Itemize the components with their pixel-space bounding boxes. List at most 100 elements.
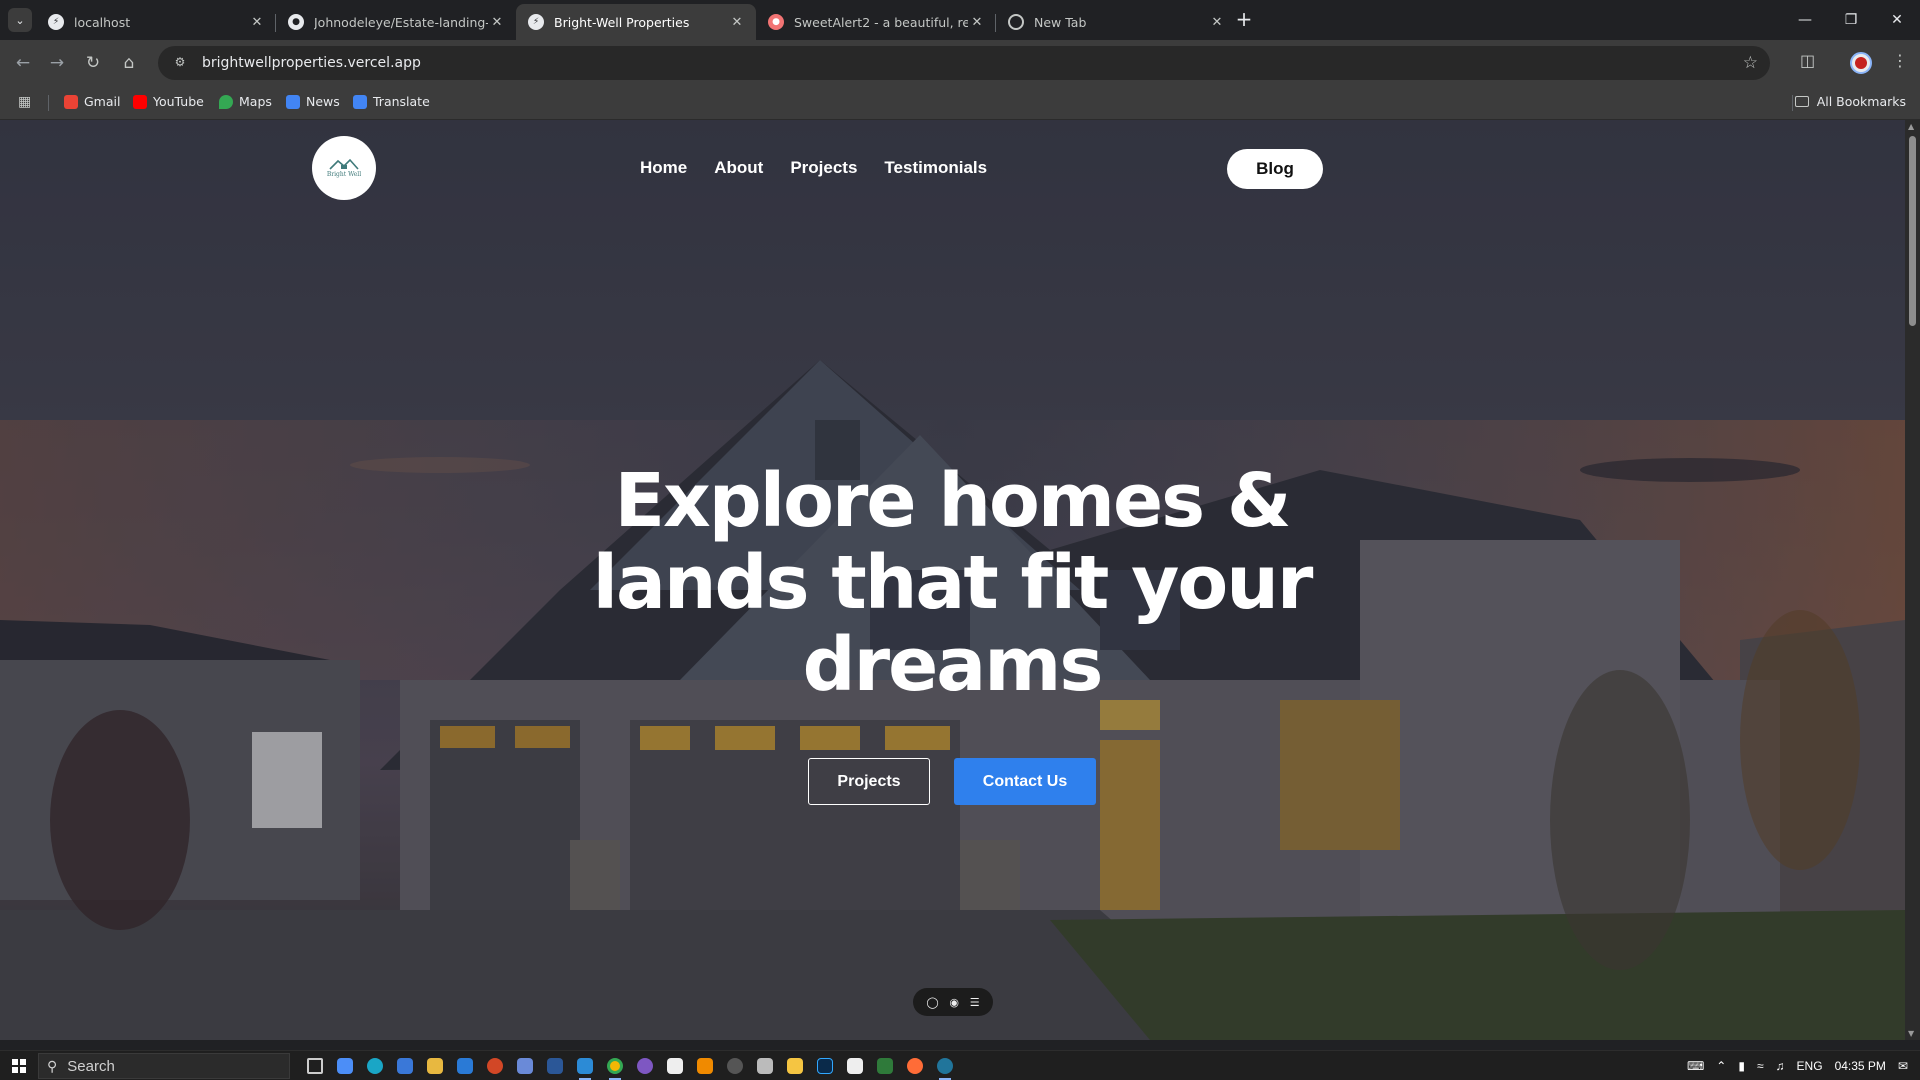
wordpress-icon[interactable]	[930, 1051, 960, 1080]
keyboard-icon[interactable]: ⌨	[1687, 1059, 1704, 1073]
apps-grid-icon[interactable]: ▦	[18, 94, 31, 110]
address-bar[interactable]: ⚙ brightwellproperties.vercel.app ☆	[158, 46, 1770, 80]
extensions-icon[interactable]: ◫	[1800, 51, 1815, 70]
bookmark-youtube[interactable]: YouTube	[133, 94, 204, 109]
site-info-icon[interactable]: ⚙	[172, 55, 188, 71]
notifications-icon[interactable]: ✉	[1898, 1059, 1908, 1073]
search-placeholder: Search	[67, 1057, 115, 1075]
bookmark-gmail[interactable]: Gmail	[64, 94, 120, 109]
language-indicator[interactable]: ENG	[1797, 1059, 1823, 1073]
gmail-icon	[64, 94, 78, 109]
maps-icon	[219, 94, 233, 109]
chrome-taskbar-icon[interactable]	[600, 1051, 630, 1080]
close-icon[interactable]: ✕	[248, 15, 266, 30]
site-logo[interactable]: Bright Well	[312, 136, 376, 200]
bookmark-label: Gmail	[84, 94, 121, 109]
main-nav: Home About Projects Testimonials	[640, 158, 987, 178]
windows-start-icon[interactable]	[12, 1059, 26, 1073]
tab-title: Bright-Well Properties	[554, 14, 690, 30]
file-explorer-icon[interactable]	[420, 1051, 450, 1080]
tab-title: New Tab	[1034, 14, 1087, 30]
close-window-icon[interactable]: ✕	[1874, 0, 1920, 40]
capcut-alt-icon[interactable]	[840, 1051, 870, 1080]
mail-icon[interactable]	[450, 1051, 480, 1080]
scroll-up-icon[interactable]: ▲	[1908, 122, 1914, 131]
page-scrollbar[interactable]: ▲ ▼	[1905, 120, 1920, 1040]
bookmark-label: Translate	[373, 94, 430, 109]
close-icon[interactable]: ✕	[968, 15, 986, 30]
nodejs-icon[interactable]	[870, 1051, 900, 1080]
settings-app-icon[interactable]	[510, 1051, 540, 1080]
back-icon[interactable]: ←	[10, 51, 36, 75]
folder-icon	[1794, 96, 1809, 107]
windows-taskbar: ⚲ Search ⌨ ⌃ ▮ ≈ ♫ ENG 04:35 PM ✉	[0, 1050, 1920, 1080]
new-tab-button[interactable]: +	[1232, 8, 1256, 32]
tab-bright-well[interactable]: ⚡ Bright-Well Properties ✕	[516, 4, 756, 40]
powerpoint-icon[interactable]	[480, 1051, 510, 1080]
home-icon[interactable]: ⌂	[116, 51, 142, 75]
eye-icon[interactable]: ◉	[949, 996, 959, 1009]
browser-toolbar: ← → ↻ ⌂ ⚙ brightwellproperties.vercel.ap…	[0, 40, 1920, 86]
contact-us-button[interactable]: Contact Us	[954, 758, 1096, 805]
profile-avatar[interactable]	[1850, 52, 1872, 74]
wifi-icon[interactable]: ≈	[1757, 1059, 1764, 1073]
github-desktop-icon[interactable]	[630, 1051, 660, 1080]
obs-icon[interactable]	[720, 1051, 750, 1080]
bookmark-maps[interactable]: Maps	[219, 94, 272, 109]
close-icon[interactable]: ✕	[728, 15, 746, 30]
all-bookmarks-label: All Bookmarks	[1816, 94, 1906, 109]
word-icon[interactable]	[540, 1051, 570, 1080]
blog-button[interactable]: Blog	[1227, 149, 1323, 189]
tab-sweetalert[interactable]: ● SweetAlert2 - a beautiful, respo ✕	[756, 4, 996, 40]
edge-icon[interactable]	[360, 1051, 390, 1080]
photoshop-icon[interactable]	[810, 1051, 840, 1080]
tab-search-button[interactable]: ⌄	[8, 8, 32, 32]
bookmark-translate[interactable]: Translate	[353, 94, 430, 109]
vscode-icon[interactable]	[570, 1051, 600, 1080]
tab-list: ⚡ localhost ✕ ● Johnodeleye/Estate-landi…	[36, 4, 1236, 40]
scroll-down-icon[interactable]: ▼	[1908, 1029, 1914, 1038]
bookmark-star-icon[interactable]: ☆	[1743, 53, 1758, 73]
menu-icon[interactable]: ⋮	[1892, 51, 1908, 70]
nav-link-projects[interactable]: Projects	[790, 158, 857, 178]
list-icon[interactable]: ☰	[970, 996, 980, 1009]
vlc-icon[interactable]	[690, 1051, 720, 1080]
store-icon[interactable]	[390, 1051, 420, 1080]
minimize-icon[interactable]: —	[1782, 0, 1828, 40]
restore-icon[interactable]: ❐	[1828, 0, 1874, 40]
copilot-icon[interactable]	[330, 1051, 360, 1080]
hero-headline: Explore homes & lands that fit your drea…	[592, 458, 1314, 708]
battery-icon[interactable]: ▮	[1738, 1059, 1745, 1073]
logo-text: Bright Well	[326, 171, 362, 178]
app-icon[interactable]	[750, 1051, 780, 1080]
bookmarks-bar: ▦ Gmail YouTube Maps News Translate All …	[0, 86, 1920, 120]
scrollbar-thumb[interactable]	[1909, 136, 1916, 326]
tab-github[interactable]: ● Johnodeleye/Estate-landing-pa ✕	[276, 4, 516, 40]
clock[interactable]: 04:35 PM	[1835, 1059, 1886, 1073]
all-bookmarks-button[interactable]: All Bookmarks	[1794, 94, 1906, 109]
tab-localhost[interactable]: ⚡ localhost ✕	[36, 4, 276, 40]
taskbar-apps	[300, 1051, 960, 1080]
close-icon[interactable]: ✕	[1208, 15, 1226, 30]
forward-icon[interactable]: →	[44, 51, 70, 75]
tab-new-tab[interactable]: New Tab ✕	[996, 4, 1236, 40]
volume-icon[interactable]: ♫	[1776, 1059, 1785, 1073]
taskbar-search[interactable]: ⚲ Search	[38, 1053, 290, 1079]
url-text[interactable]: brightwellproperties.vercel.app	[202, 55, 421, 71]
reload-icon[interactable]: ↻	[80, 51, 106, 75]
projects-button[interactable]: Projects	[808, 758, 930, 805]
window-controls: — ❐ ✕	[1782, 0, 1920, 40]
nav-link-home[interactable]: Home	[640, 158, 687, 178]
chevron-up-icon[interactable]: ⌃	[1716, 1059, 1726, 1073]
news-icon	[286, 94, 300, 109]
close-icon[interactable]: ✕	[488, 15, 506, 30]
lightning-icon: ⚡	[528, 14, 544, 30]
git-icon[interactable]	[780, 1051, 810, 1080]
nav-link-about[interactable]: About	[714, 158, 763, 178]
nav-link-testimonials[interactable]: Testimonials	[884, 158, 987, 178]
postman-icon[interactable]	[900, 1051, 930, 1080]
capcut-icon[interactable]	[660, 1051, 690, 1080]
task-view-icon[interactable]	[300, 1051, 330, 1080]
bookmark-news[interactable]: News	[286, 94, 340, 109]
comment-icon[interactable]: ◯	[926, 996, 938, 1009]
